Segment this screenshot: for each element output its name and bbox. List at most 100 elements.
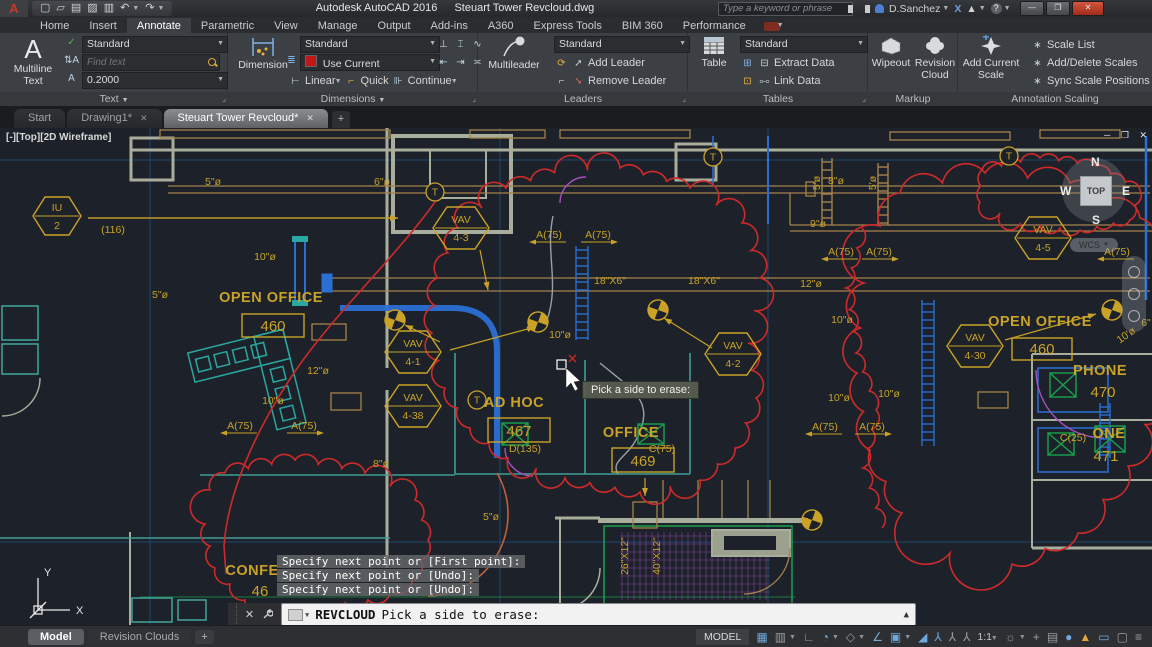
- file-tab-start[interactable]: Start: [14, 109, 65, 128]
- find-text-field[interactable]: [82, 54, 220, 71]
- text-align-icon[interactable]: ⇅A: [64, 55, 79, 66]
- crosshair-icon[interactable]: +: [1033, 630, 1040, 644]
- isodraft-icon[interactable]: ◇: [846, 630, 855, 644]
- ribbon-tab-parametric[interactable]: Parametric: [191, 18, 264, 33]
- dimensions-dialog-launcher-icon[interactable]: ⌟: [472, 92, 476, 106]
- panel-title-dimensions[interactable]: Dimensions ▼ ⌟: [228, 92, 479, 106]
- navigation-bar[interactable]: [1122, 256, 1146, 332]
- multileader-button[interactable]: Multileader: [482, 35, 546, 71]
- ribbon-tab-express-tools[interactable]: Express Tools: [524, 18, 612, 33]
- grid-icon[interactable]: ▦: [756, 630, 767, 644]
- command-history-expand-icon[interactable]: ▲: [904, 610, 909, 620]
- ribbon-tab-view[interactable]: View: [264, 18, 308, 33]
- annotation-scale-icon[interactable]: ⅄: [963, 630, 970, 644]
- add-delete-scales-button[interactable]: Add/Delete Scales: [1047, 57, 1138, 69]
- pan-icon[interactable]: [1128, 288, 1140, 300]
- layout-tab-model[interactable]: Model: [28, 629, 84, 645]
- lineweight-icon[interactable]: ◢: [918, 630, 927, 644]
- command-customize-wrench-icon[interactable]: [262, 609, 273, 620]
- snap-icon-chevron[interactable]: ▼: [789, 634, 796, 641]
- viewcube-top-face[interactable]: TOP: [1080, 176, 1112, 206]
- layout-tab-revision-clouds[interactable]: Revision Clouds: [88, 629, 191, 645]
- revision-cloud-button[interactable]: Revision Cloud: [914, 35, 956, 81]
- wipeout-button[interactable]: Wipeout: [870, 35, 912, 69]
- ribbon-tab-manage[interactable]: Manage: [308, 18, 368, 33]
- clean-screen-icon[interactable]: ▢: [1117, 630, 1128, 644]
- new-drawing-tab-button[interactable]: +: [332, 111, 350, 128]
- customization-icon[interactable]: ≡: [1135, 630, 1142, 644]
- annotation-scale-button[interactable]: 1:1 ▼: [977, 631, 997, 643]
- file-tab-drawing1-[interactable]: Drawing1*✕: [67, 109, 161, 128]
- model-space-button[interactable]: MODEL: [696, 629, 749, 645]
- save-icon[interactable]: ▤: [71, 1, 81, 16]
- undo-icon[interactable]: ↶: [120, 1, 129, 16]
- new-icon[interactable]: ▢: [40, 1, 50, 16]
- exchange-apps-icon[interactable]: ▲: [966, 3, 976, 15]
- remove-leader-button[interactable]: Remove Leader: [588, 75, 666, 87]
- layer-stack-icon[interactable]: ≣: [284, 55, 299, 66]
- panel-title-tables[interactable]: Tables ⌟: [688, 92, 869, 106]
- viewcube-east[interactable]: E: [1122, 184, 1130, 198]
- polar-tracking-icon[interactable]: ◔: [822, 630, 829, 644]
- text-dialog-launcher-icon[interactable]: ⌟: [222, 92, 226, 106]
- ribbon-tab-output[interactable]: Output: [368, 18, 421, 33]
- drawing-window-controls[interactable]: ─ ❐ ✕: [1104, 130, 1151, 141]
- file-tab-close-icon[interactable]: ✕: [140, 113, 148, 123]
- panel-title-markup[interactable]: Markup: [868, 92, 959, 106]
- panel-title-leaders[interactable]: Leaders ⌟: [478, 92, 689, 106]
- signed-in-user[interactable]: D.Sanchez: [889, 3, 940, 15]
- help-chevron-icon[interactable]: ▼: [1004, 5, 1011, 12]
- mleader-style-select[interactable]: Standard▼: [554, 36, 690, 53]
- user-menu-chevron-icon[interactable]: ▼: [942, 5, 949, 12]
- spell-check-icon[interactable]: ✓: [64, 37, 79, 48]
- panel-title-text[interactable]: Text ▼ ⌟: [0, 92, 229, 106]
- leader-align-icon[interactable]: ⌐: [554, 76, 569, 87]
- zoom-icon[interactable]: [1128, 310, 1140, 322]
- viewcube[interactable]: N W E S TOP: [1059, 155, 1131, 227]
- continue-chevron-icon[interactable]: ▼: [451, 78, 458, 85]
- a360-icon[interactable]: X: [954, 3, 961, 15]
- viewcube-north[interactable]: N: [1091, 155, 1100, 169]
- table-style-select[interactable]: Standard▼: [740, 36, 868, 53]
- command-close-icon[interactable]: ✕: [245, 608, 254, 621]
- tables-dialog-launcher-icon[interactable]: ⌟: [862, 92, 866, 106]
- add-current-scale-button[interactable]: Add Current Scale: [960, 35, 1022, 81]
- viewcube-south[interactable]: S: [1092, 213, 1100, 227]
- extract-data-button[interactable]: Extract Data: [774, 57, 835, 69]
- graphics-performance-icon[interactable]: ▲: [1079, 630, 1091, 644]
- linear-chevron-icon[interactable]: ▼: [335, 78, 342, 85]
- restore-button[interactable]: ❐: [1046, 1, 1070, 16]
- hardware-acceleration-icon[interactable]: ●: [1065, 630, 1072, 644]
- polar-tracking-icon-chevron[interactable]: ▼: [832, 634, 839, 641]
- dim-layer-select[interactable]: Use Current▼: [300, 54, 440, 71]
- table-button[interactable]: Table: [692, 35, 736, 69]
- command-input[interactable]: ▼ REVCLOUD Pick a side to erase: ▲: [281, 603, 916, 625]
- quick-button[interactable]: Quick: [361, 75, 389, 87]
- ribbon-tab-a360[interactable]: A360: [478, 18, 524, 33]
- new-layout-button[interactable]: +: [195, 630, 213, 644]
- viewcube-west[interactable]: W: [1060, 184, 1071, 198]
- redo-icon-chevron[interactable]: ▼: [157, 5, 164, 12]
- sync-scale-positions-button[interactable]: Sync Scale Positions: [1047, 75, 1150, 87]
- update-fields-icon[interactable]: ⊞: [740, 58, 755, 69]
- autocad-logo-icon[interactable]: A: [0, 0, 28, 17]
- ribbon-tab-annotate[interactable]: Annotate: [127, 18, 191, 33]
- close-button[interactable]: ✕: [1072, 1, 1104, 16]
- ribbon-tab-home[interactable]: Home: [30, 18, 79, 33]
- annotation-autoscale-icon[interactable]: ⅄: [949, 630, 956, 644]
- command-suggest-chevron-icon[interactable]: ▼: [305, 611, 309, 619]
- download-data-icon[interactable]: ⊡: [740, 76, 755, 87]
- file-tab-close-icon[interactable]: ✕: [306, 113, 314, 123]
- find-text-input[interactable]: [83, 55, 219, 70]
- workspace-icon[interactable]: ☼: [1005, 630, 1016, 644]
- file-tab-steuart-tower-revcloud-[interactable]: Steuart Tower Revcloud*✕: [164, 109, 328, 128]
- drawing-canvas[interactable]: 5"ø6"ø8"ø9"ø5'ø5'ø5"ø10"ø12"ø10"ø10"ø18"…: [0, 128, 1152, 625]
- ribbon-tab-bim-360[interactable]: BIM 360: [612, 18, 673, 33]
- command-drag-handle[interactable]: [228, 603, 237, 625]
- linear-button[interactable]: Linear: [305, 75, 336, 87]
- annotation-visibility-icon[interactable]: ⅄: [934, 630, 941, 644]
- scale-list-button[interactable]: Scale List: [1047, 39, 1095, 51]
- plot-icon[interactable]: ▥: [104, 1, 114, 16]
- wcs-selector[interactable]: WCS▼: [1070, 238, 1118, 252]
- help-icon[interactable]: ?: [991, 3, 1002, 14]
